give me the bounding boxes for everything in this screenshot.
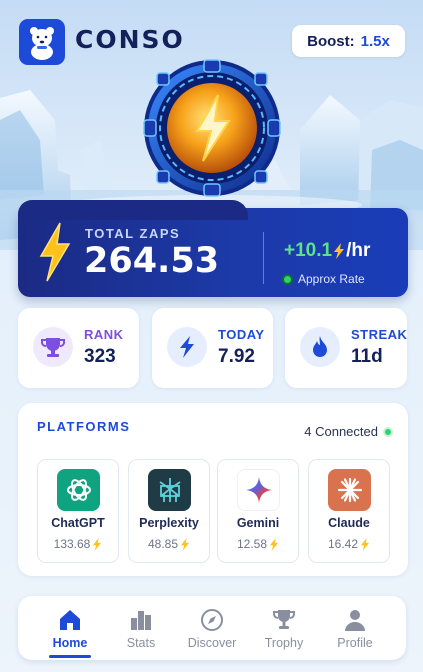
person-icon: [345, 610, 365, 631]
nav-profile[interactable]: Profile: [320, 596, 390, 660]
stat-card-streak[interactable]: STREAK 11d: [285, 308, 407, 388]
platform-chatgpt[interactable]: ChatGPT 133.68: [37, 459, 119, 563]
nav-label: Home: [52, 636, 88, 650]
platform-score-value: 16.42: [327, 537, 359, 551]
platform-name: Perplexity: [139, 516, 199, 530]
platform-name: Claude: [328, 516, 370, 530]
platform-name: ChatGPT: [51, 516, 105, 530]
total-zaps-value: 264.53: [84, 241, 220, 281]
platform-score: 12.58: [218, 537, 298, 551]
stat-label: STREAK: [351, 327, 408, 342]
approx-label: Approx Rate: [298, 272, 365, 286]
platform-score-value: 48.85: [147, 537, 179, 551]
lightning-small-icon: [269, 537, 279, 551]
status-dot-icon: [383, 426, 393, 437]
lightning-orb-icon[interactable]: [141, 57, 283, 199]
stat-value: 11d: [351, 346, 383, 367]
connected-count: 4 Connected: [304, 424, 378, 439]
boost-value: 1.5x: [360, 32, 390, 50]
rate-unit: /hr: [346, 240, 371, 261]
connected-status: 4 Connected: [304, 424, 393, 439]
platforms-card: PLATFORMS 4 Connected ChatGPT 133.68 Per…: [18, 403, 408, 576]
nav-home[interactable]: Home: [35, 596, 105, 660]
platform-score-value: 133.68: [53, 537, 91, 551]
platform-claude[interactable]: Claude 16.42: [308, 459, 390, 563]
lightning-icon: [167, 327, 207, 367]
platform-score: 48.85: [129, 537, 209, 551]
stat-value: 7.92: [218, 346, 255, 367]
total-zaps-label: TOTAL ZAPS: [85, 226, 181, 241]
nav-label: Stats: [126, 636, 156, 650]
bottom-nav: Home Stats Discover Trophy Profile: [18, 596, 406, 660]
total-zaps-card: TOTAL ZAPS 264.53 +10.1 /hr Approx Rate: [18, 200, 408, 297]
app-name: CONSO: [75, 25, 185, 54]
gemini-icon: [237, 469, 280, 511]
nav-stats[interactable]: Stats: [106, 596, 176, 660]
trophy-icon: [273, 610, 295, 629]
platform-score: 133.68: [38, 537, 118, 551]
nav-trophy[interactable]: Trophy: [249, 596, 319, 660]
divider: [263, 232, 264, 284]
stats-icon: [131, 611, 151, 630]
lightning-small-icon: [180, 537, 190, 551]
compass-icon: [201, 609, 223, 631]
claude-icon: [328, 469, 371, 511]
chatgpt-icon: [57, 469, 100, 511]
perplexity-icon: [148, 469, 191, 511]
nav-discover[interactable]: Discover: [177, 596, 247, 660]
stat-label: TODAY: [218, 327, 265, 342]
platform-name: Gemini: [236, 516, 280, 530]
platform-gemini[interactable]: Gemini 12.58: [217, 459, 299, 563]
lightning-icon: [39, 222, 71, 282]
zap-rate: +10.1 /hr: [284, 240, 370, 262]
platforms-title: PLATFORMS: [37, 419, 131, 434]
stat-value: 323: [84, 346, 116, 367]
polar-bear-icon: [30, 27, 54, 60]
rate-value: +10.1: [284, 240, 333, 261]
boost-label: Boost:: [307, 32, 355, 50]
platform-score: 16.42: [309, 537, 389, 551]
stat-card-rank[interactable]: RANK 323: [18, 308, 139, 388]
stat-label: RANK: [84, 327, 124, 342]
platform-perplexity[interactable]: Perplexity 48.85: [128, 459, 210, 563]
flame-icon: [300, 327, 340, 367]
home-icon: [60, 610, 80, 630]
nav-label: Profile: [337, 636, 373, 650]
approx-rate: Approx Rate: [282, 272, 365, 286]
lightning-small-icon: [360, 537, 370, 551]
lightning-small-icon: [93, 537, 102, 551]
card-tab-decoration: [18, 200, 248, 220]
boost-chip[interactable]: Boost: 1.5x: [292, 25, 405, 57]
active-indicator: [49, 655, 91, 658]
app-logo: [19, 19, 65, 65]
platform-score-value: 12.58: [236, 537, 268, 551]
stat-card-today[interactable]: TODAY 7.92: [152, 308, 273, 388]
lightning-small-icon: [334, 243, 345, 259]
trophy-icon: [33, 327, 73, 367]
status-dot-icon: [282, 273, 293, 285]
nav-label: Discover: [187, 636, 237, 650]
nav-label: Trophy: [264, 636, 304, 650]
